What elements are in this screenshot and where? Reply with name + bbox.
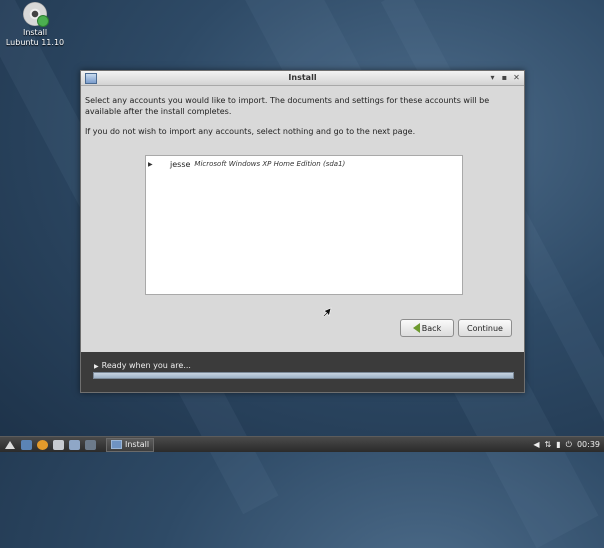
continue-button-label: Continue — [467, 323, 503, 333]
install-window: Install ▾ ▪ ✕ Select any accounts you wo… — [80, 70, 525, 393]
volume-icon[interactable]: ◀ — [533, 440, 539, 449]
progress-bar — [93, 372, 514, 379]
status-text[interactable]: ▶ Ready when you are... — [94, 361, 191, 370]
task-window-icon — [111, 440, 122, 449]
import-description: Select any accounts you would like to im… — [85, 96, 490, 116]
desktop-icon-label-2: Lubuntu 11.10 — [5, 38, 65, 47]
minimize-icon[interactable]: ▾ — [487, 72, 498, 83]
close-icon[interactable]: ✕ — [511, 72, 522, 83]
terminal-icon[interactable] — [85, 439, 96, 450]
system-tray: ◀ ⇅ ▮ ⏻ 00:39 — [528, 440, 604, 450]
desktop-icon-label-1: Install — [22, 28, 48, 37]
continue-button[interactable]: Continue — [458, 319, 512, 337]
account-os: Microsoft Windows XP Home Edition (sda1) — [194, 160, 346, 168]
taskbar: Install ◀ ⇅ ▮ ⏻ 00:39 — [0, 436, 604, 452]
expand-status-icon: ▶ — [94, 363, 99, 370]
browser-icon[interactable] — [37, 439, 48, 450]
accounts-list[interactable]: ▶ jesse Microsoft Windows XP Home Editio… — [145, 155, 463, 317]
battery-icon[interactable]: ▮ — [556, 440, 560, 449]
clock[interactable]: 00:39 — [577, 440, 600, 449]
maximize-icon[interactable]: ▪ — [499, 72, 510, 83]
cd-disc-icon — [23, 2, 49, 27]
window-titlebar[interactable]: Install ▾ ▪ ✕ — [81, 71, 524, 86]
desktop-show-icon[interactable] — [69, 439, 80, 450]
account-user: jesse — [170, 159, 191, 169]
window-title: Install — [288, 73, 317, 82]
back-button-label: Back — [421, 323, 442, 333]
status-label: Ready when you are... — [101, 361, 191, 370]
mouse-cursor-icon — [322, 307, 332, 317]
power-icon[interactable]: ⏻ — [566, 440, 572, 450]
status-bar: ▶ Ready when you are... — [81, 352, 524, 392]
file-manager-icon[interactable] — [21, 439, 32, 450]
start-menu-icon[interactable] — [4, 439, 16, 450]
expand-arrow-icon[interactable]: ▶ — [148, 161, 156, 168]
back-button[interactable]: Back — [400, 319, 454, 337]
taskbar-install-label: Install — [125, 440, 150, 449]
import-hint: If you do not wish to import any account… — [85, 127, 416, 136]
windows-switcher-icon[interactable] — [53, 439, 64, 450]
network-icon[interactable]: ⇅ — [545, 440, 552, 449]
taskbar-install-button[interactable]: Install — [106, 437, 155, 452]
account-row[interactable]: ▶ jesse Microsoft Windows XP Home Editio… — [148, 158, 345, 170]
desktop-install-icon[interactable]: Install Lubuntu 11.10 — [4, 2, 66, 48]
back-arrow-icon — [412, 323, 420, 333]
